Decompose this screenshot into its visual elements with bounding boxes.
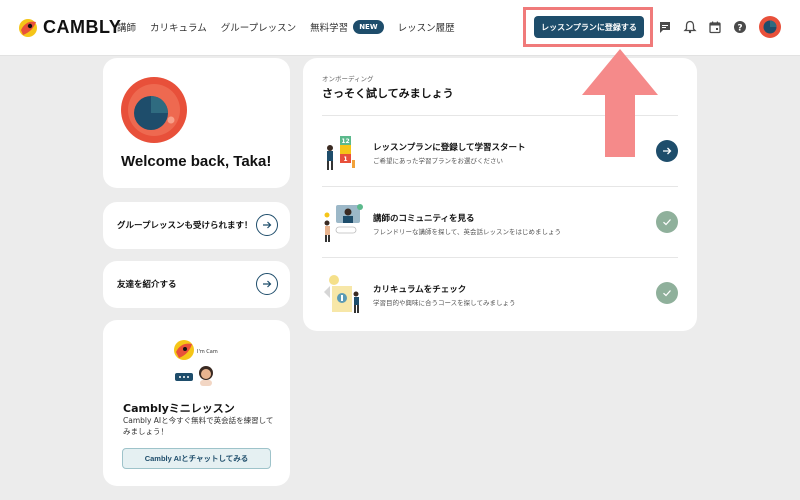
bell-icon[interactable] bbox=[683, 20, 697, 34]
task-description: フレンドリーな講師を探して、英会話レッスンをはじめましょう bbox=[373, 228, 561, 236]
user-avatar[interactable] bbox=[759, 16, 781, 38]
onboarding-title: さっそく試してみましょう bbox=[322, 87, 454, 100]
nav-lesson-history[interactable]: レッスン履歴 bbox=[398, 20, 455, 34]
cambly-logo-icon bbox=[19, 19, 37, 37]
divider bbox=[322, 186, 678, 187]
task-tutor-community[interactable]: 講師のコミュニティを見る フレンドリーな講師を探して、英会話レッスンをはじめまし… bbox=[322, 193, 678, 251]
cambly-logo[interactable]: CAMBLY bbox=[17, 16, 121, 38]
top-header: CAMBLY 講師 カリキュラム グループレッスン 無料学習 NEW レッスン履… bbox=[0, 0, 800, 56]
nav-free-learning[interactable]: 無料学習 bbox=[310, 20, 348, 34]
nav-group-lessons[interactable]: グループレッスン bbox=[221, 20, 296, 34]
mini-lesson-title: Camblyミニレッスン bbox=[123, 402, 235, 415]
nav-tutors[interactable]: 講師 bbox=[117, 20, 136, 34]
checkmark-icon bbox=[656, 282, 678, 304]
pointer-arrow-up-icon bbox=[582, 49, 658, 157]
refer-friend-card[interactable]: 友達を紹介する bbox=[103, 261, 290, 308]
task-description: ご希望にあった学習プランをお選びください bbox=[373, 157, 503, 165]
ai-chat-illustration: I'm Cam bbox=[174, 340, 218, 386]
chat-icon[interactable] bbox=[658, 20, 672, 34]
mini-lesson-card: I'm Cam Camblyミニレッスン Cambly AIと今すぐ無料で英会話… bbox=[103, 320, 290, 486]
subscribe-plan-button[interactable]: レッスンプランに登録する bbox=[534, 16, 644, 38]
onboarding-eyebrow: オンボーディング bbox=[322, 75, 374, 83]
nav-curriculum[interactable]: カリキュラム bbox=[150, 20, 207, 34]
chat-with-ai-button[interactable]: Cambly AIとチャットしてみる bbox=[122, 448, 271, 469]
checkmark-icon bbox=[656, 211, 678, 233]
learning-blocks-illustration: 12 1 bbox=[327, 136, 355, 170]
cam-bubble-text: I'm Cam bbox=[197, 349, 218, 355]
calendar-icon[interactable] bbox=[708, 20, 722, 34]
arrow-right-icon[interactable] bbox=[256, 214, 278, 236]
task-curriculum[interactable]: カリキュラムをチェック 学習目的や興味に合うコースを探してみましょう bbox=[322, 264, 678, 322]
task-description: 学習目的や興味に合うコースを探してみましょう bbox=[373, 299, 516, 307]
profile-avatar bbox=[121, 77, 187, 143]
welcome-card: Welcome back, Taka! bbox=[103, 58, 290, 188]
main-nav: 講師 カリキュラム グループレッスン 無料学習 NEW レッスン履歴 bbox=[117, 20, 469, 34]
block-number-1: 1 bbox=[343, 156, 347, 163]
welcome-message: Welcome back, Taka! bbox=[121, 153, 272, 170]
block-number-12: 12 bbox=[341, 138, 349, 145]
arrow-right-icon[interactable] bbox=[256, 273, 278, 295]
help-icon[interactable]: ? bbox=[733, 20, 747, 34]
group-lesson-card[interactable]: グループレッスンも受けられます！ bbox=[103, 202, 290, 249]
group-lesson-label: グループレッスンも受けられます！ bbox=[117, 221, 253, 231]
tutor-community-illustration bbox=[324, 204, 363, 242]
refer-friend-label: 友達を紹介する bbox=[117, 280, 177, 290]
logo-text: CAMBLY bbox=[43, 16, 122, 37]
divider bbox=[322, 257, 678, 258]
task-title: カリキュラムをチェック bbox=[373, 285, 467, 295]
curriculum-illustration bbox=[324, 275, 359, 313]
mini-lesson-description: Cambly AIと今すぐ無料で英会話を練習してみましょう！ bbox=[123, 416, 274, 436]
svg-text:?: ? bbox=[737, 23, 742, 33]
new-badge: NEW bbox=[353, 20, 384, 34]
task-title: レッスンプランに登録して学習スタート bbox=[373, 143, 526, 153]
task-title: 講師のコミュニティを見る bbox=[373, 214, 475, 224]
